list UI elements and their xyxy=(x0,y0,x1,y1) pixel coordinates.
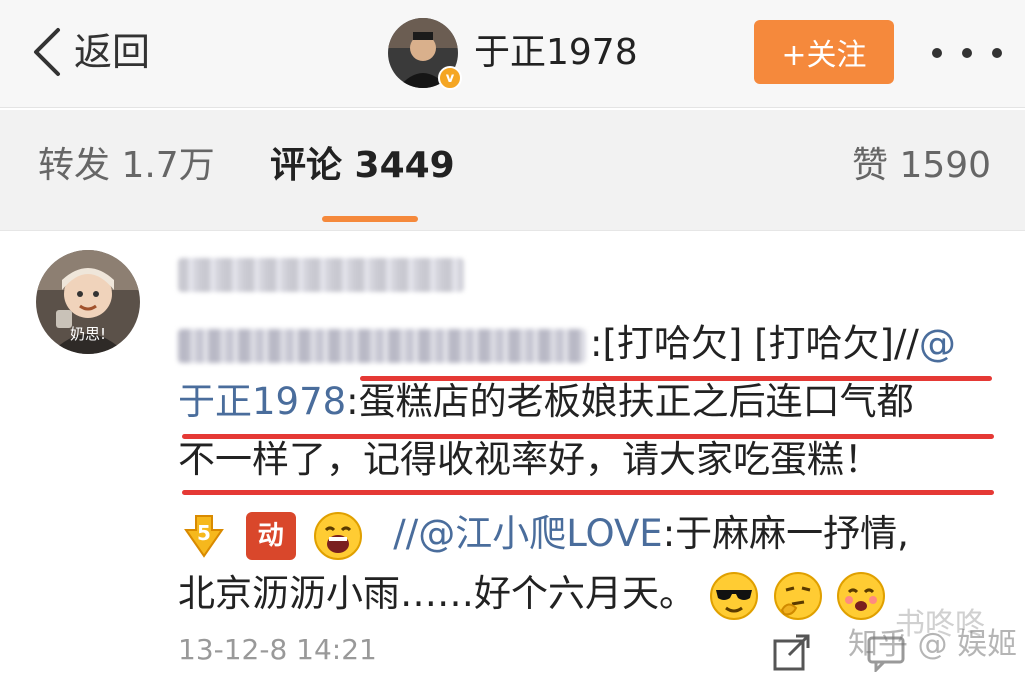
verified-badge-icon: v xyxy=(438,66,462,90)
comment-line-3: 不一样了，记得收视率好，请大家吃蛋糕！ xyxy=(178,430,881,490)
divider xyxy=(0,230,1025,231)
comment-text: :于麻麻一抒情, xyxy=(662,512,909,555)
comment-timestamp: 13-12-8 14:21 xyxy=(178,633,377,666)
share-icon[interactable] xyxy=(772,632,812,672)
watermark-text: 知乎 @ 娱姬 xyxy=(848,627,1018,662)
red-highlight-underline xyxy=(182,434,994,439)
chevron-left-icon xyxy=(34,28,60,76)
comment-line-5: 北京沥沥小雨……好个六月天。 xyxy=(178,564,887,624)
comment-text: 不一样了，记得收视率好，请大家吃蛋糕！ xyxy=(178,438,881,481)
more-options-icon[interactable] xyxy=(932,38,1002,68)
red-highlight-underline xyxy=(360,376,992,381)
avatar-caption: 奶思! xyxy=(69,325,106,343)
user-avatar[interactable]: v xyxy=(388,18,462,90)
post-stats-tabs: 转发 1.7万 评论 3449 赞 1590 xyxy=(0,110,1025,230)
more-dot xyxy=(992,48,1002,58)
comment-text: :[打哈欠] [打哈欠]// xyxy=(590,322,919,365)
username[interactable]: 于正1978 xyxy=(474,35,638,71)
top-navigation-bar: 返回 v 于正1978 +关注 xyxy=(0,0,1025,108)
back-button[interactable]: 返回 xyxy=(28,22,150,82)
comment-text: 北京沥沥小雨……好个六月天。 xyxy=(178,572,696,615)
commenter-avatar[interactable]: 奶思! xyxy=(36,250,140,354)
shy-smile-emoji-icon xyxy=(835,570,887,622)
svg-text:5: 5 xyxy=(197,521,211,545)
comment-line-2: 于正1978:蛋糕店的老板娘扶正之后连口气都 xyxy=(178,372,914,432)
cool-sunglasses-emoji-icon xyxy=(708,570,760,622)
thinking-face-emoji-icon xyxy=(772,570,824,622)
comment-line-1: :[打哈欠] [打哈欠]//@ xyxy=(178,314,956,374)
comment-line-4: 5 动 //@江小爬LOVE:于麻麻一抒情, xyxy=(178,504,909,564)
tab-repost[interactable]: 转发 1.7万 xyxy=(38,148,215,184)
more-dot xyxy=(962,48,972,58)
profile-header[interactable]: v 于正1978 xyxy=(388,18,638,90)
laughing-face-emoji-icon xyxy=(312,510,364,562)
more-dot xyxy=(932,48,942,58)
back-label: 返回 xyxy=(74,30,151,74)
mention-link[interactable]: //@江小爬LOVE xyxy=(393,512,662,555)
red-highlight-underline xyxy=(182,490,994,495)
tab-comment[interactable]: 评论 3449 xyxy=(270,148,455,184)
follow-button[interactable]: +关注 xyxy=(754,20,894,84)
dynamic-badge-icon: 动 xyxy=(245,511,296,560)
mention-link[interactable]: 于正1978 xyxy=(178,380,346,423)
tab-like[interactable]: 赞 1590 xyxy=(852,148,991,184)
mention-link[interactable]: @ xyxy=(919,322,956,365)
blurred-text xyxy=(178,328,586,363)
thumbs-up-five-emoji-icon: 5 xyxy=(178,510,230,562)
active-tab-indicator xyxy=(322,216,418,222)
comment-text: :蛋糕店的老板娘扶正之后连口气都 xyxy=(346,380,914,423)
commenter-name-blurred[interactable] xyxy=(178,258,464,292)
